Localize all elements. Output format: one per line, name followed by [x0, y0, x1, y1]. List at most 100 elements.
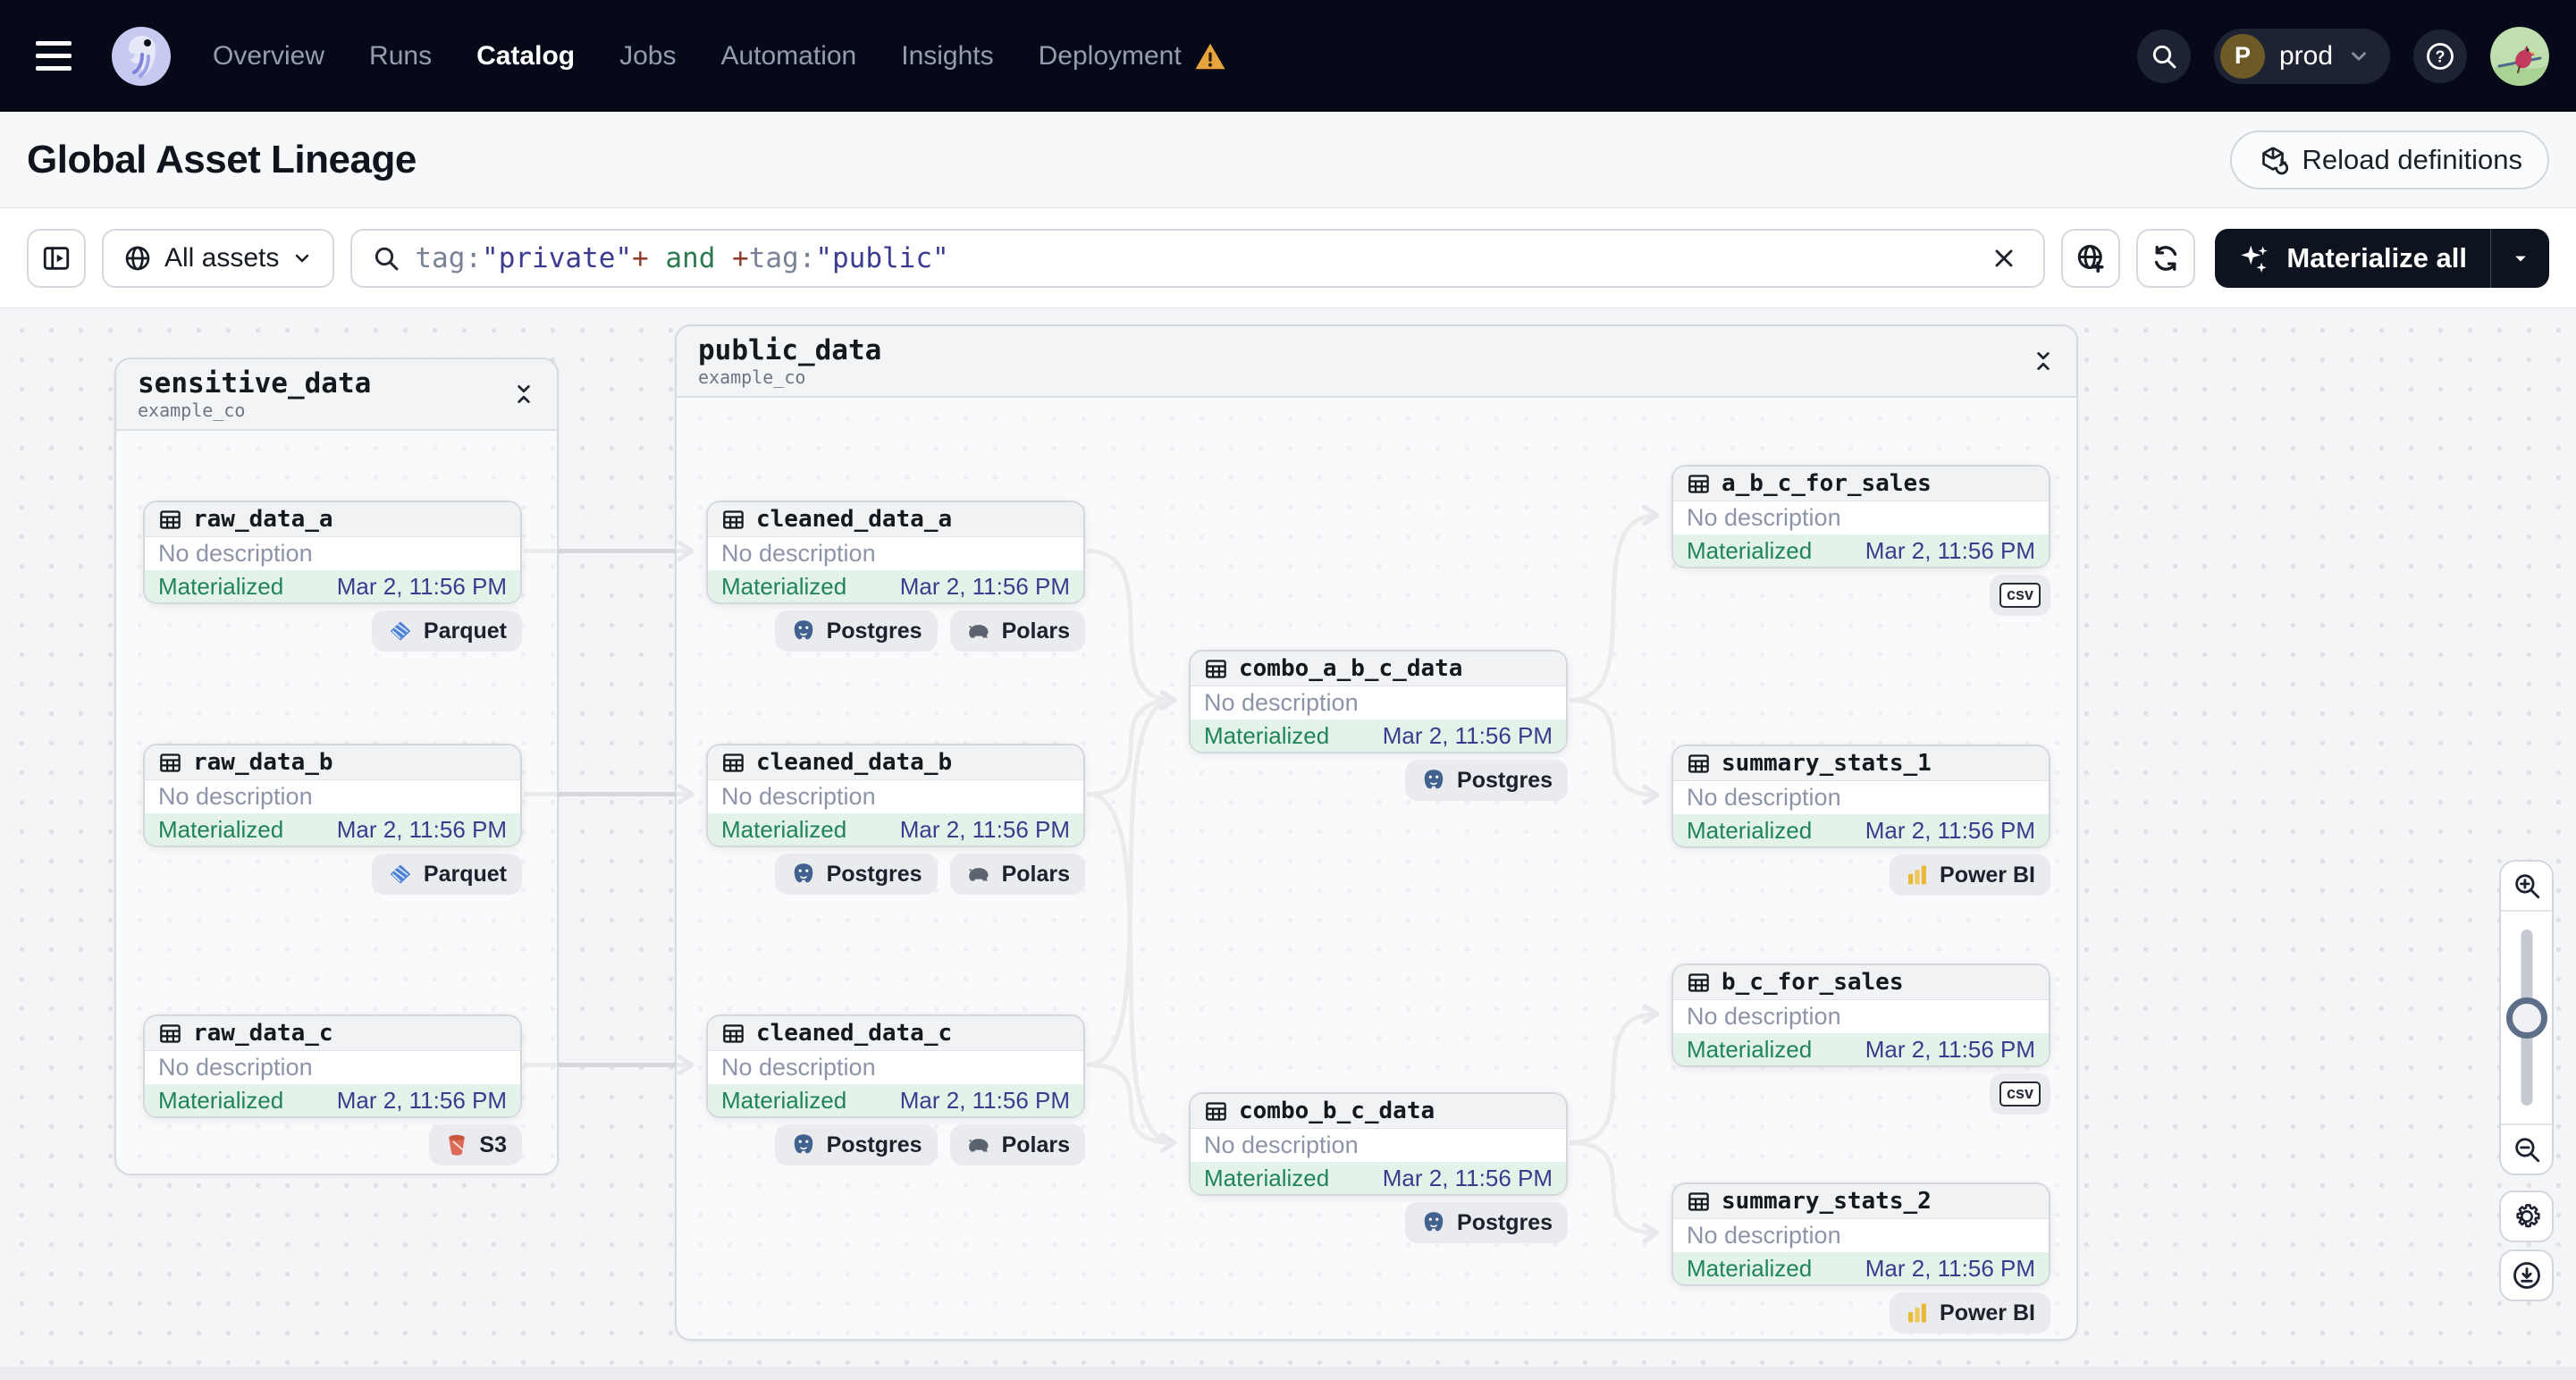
hamburger-menu-button[interactable]	[27, 28, 84, 85]
new-asset-selection-button[interactable]	[2061, 228, 2121, 288]
group-header-sensitive_data[interactable]: sensitive_data example_co	[116, 359, 557, 431]
zoom-slider-thumb[interactable]	[2505, 997, 2547, 1039]
asset-node-summary_stats_2[interactable]: summary_stats_2 No description Materiali…	[1671, 1182, 2050, 1286]
download-graph-button[interactable]	[2499, 1250, 2554, 1301]
materialize-all-button[interactable]: Materialize all	[2215, 229, 2490, 288]
asset-timestamp: Mar 2, 11:56 PM	[1865, 816, 2035, 844]
asset-timestamp: Mar 2, 11:56 PM	[336, 572, 507, 600]
asset-node-cleaned_data_a[interactable]: cleaned_data_a No description Materializ…	[706, 501, 1085, 604]
badge-label: S3	[479, 1132, 507, 1157]
asset-badge-row: Postgres	[1189, 1202, 1568, 1243]
asset-node-combo_a_b_c_data[interactable]: combo_a_b_c_data No description Material…	[1189, 650, 1568, 753]
asset-node-header: combo_b_c_data	[1191, 1094, 1566, 1129]
badge-label: Postgres	[826, 861, 922, 887]
power-bi-icon	[1908, 1303, 1926, 1323]
asset-node-b_c_for_sales[interactable]: b_c_for_sales No description Materialize…	[1671, 963, 2050, 1067]
asset-badge-row: csv	[1671, 1073, 2050, 1115]
asset-node-header: summary_stats_2	[1673, 1184, 2049, 1219]
asset-status-row: Materialized Mar 2, 11:56 PM	[1673, 534, 2049, 567]
deployment-name: prod	[2278, 40, 2333, 71]
asset-status: Materialized	[158, 815, 284, 843]
page-header: Global Asset Lineage Reload definitions	[0, 112, 2576, 208]
reload-definitions-button[interactable]: Reload definitions	[2229, 130, 2549, 189]
collapse-group-button[interactable]	[2032, 348, 2055, 374]
nav-item-label: Automation	[720, 40, 857, 71]
asset-node-combo_b_c_data[interactable]: combo_b_c_data No description Materializ…	[1189, 1092, 1568, 1196]
global-search-button[interactable]	[2136, 29, 2191, 83]
nav-item-label: Catalog	[476, 40, 576, 71]
zoom-in-icon	[2514, 874, 2539, 899]
canvas-bottom-strip	[0, 1367, 2576, 1380]
asset-description: No description	[721, 1054, 876, 1081]
asset-node-header: cleaned_data_c	[708, 1016, 1083, 1051]
query-token: tag:	[415, 241, 483, 274]
asset-node-raw_data_c[interactable]: raw_data_c No description Materialized M…	[143, 1014, 522, 1118]
badge-label: Polars	[1001, 1132, 1070, 1157]
parquet-icon	[390, 864, 411, 884]
asset-node-header: raw_data_c	[145, 1016, 520, 1051]
asset-name: cleaned_data_c	[756, 1020, 953, 1047]
nav-item-catalog[interactable]: Catalog	[476, 41, 575, 72]
open-asset-list-panel-button[interactable]	[27, 228, 86, 288]
asset-timestamp: Mar 2, 11:56 PM	[899, 572, 1070, 600]
asset-status-row: Materialized Mar 2, 11:56 PM	[1673, 814, 2049, 846]
asset-node-header: combo_a_b_c_data	[1191, 652, 1566, 686]
zoom-controls	[2499, 860, 2554, 1175]
zoom-in-button[interactable]	[2501, 862, 2552, 912]
zoom-out-icon	[2514, 1138, 2539, 1163]
asset-status: Materialized	[1687, 536, 1813, 564]
refresh-button[interactable]	[2136, 228, 2196, 288]
warning-icon	[1195, 43, 1225, 69]
nav-item-insights[interactable]: Insights	[901, 41, 993, 72]
asset-status: Materialized	[721, 572, 847, 600]
dagster-logo[interactable]	[107, 22, 175, 90]
group-header-public_data[interactable]: public_data example_co	[677, 326, 2076, 398]
nav-item-deployment[interactable]: Deployment	[1039, 41, 1226, 72]
top-navigation: Overview Runs Catalog Jobs Automation Insight…	[0, 0, 2576, 112]
postgres-badge: Postgres	[774, 610, 938, 652]
asset-node-header: b_c_for_sales	[1673, 965, 2049, 1000]
asset-timestamp: Mar 2, 11:56 PM	[336, 815, 507, 843]
asset-node-a_b_c_for_sales[interactable]: a_b_c_for_sales No description Materiali…	[1671, 465, 2050, 568]
lineage-canvas[interactable]: sensitive_data example_co public_data ex…	[0, 308, 2576, 1380]
nav-item-runs[interactable]: Runs	[369, 41, 432, 72]
materialize-options-caret[interactable]	[2490, 228, 2549, 288]
asset-node-cleaned_data_c[interactable]: cleaned_data_c No description Materializ…	[706, 1014, 1085, 1118]
group-name: public_data	[698, 334, 882, 367]
nav-item-label: Insights	[901, 40, 994, 71]
table-icon	[1688, 753, 1709, 773]
clear-filter-button[interactable]	[1984, 243, 2024, 273]
zoom-out-button[interactable]	[2501, 1123, 2552, 1174]
asset-scope-filter-button[interactable]: All assets	[102, 228, 335, 288]
polars-icon	[968, 868, 989, 881]
asset-node-cleaned_data_b[interactable]: cleaned_data_b No description Materializ…	[706, 744, 1085, 847]
zoom-slider[interactable]	[2501, 912, 2552, 1123]
asset-timestamp: Mar 2, 11:56 PM	[1865, 1035, 2035, 1063]
chevron-down-icon	[296, 254, 309, 262]
asset-node-summary_stats_1[interactable]: summary_stats_1 No description Materiali…	[1671, 745, 2050, 848]
badge-label: Postgres	[826, 618, 922, 644]
asset-node-raw_data_a[interactable]: raw_data_a No description Materialized M…	[143, 501, 522, 604]
download-icon	[2513, 1262, 2540, 1289]
deployment-initial: P	[2219, 33, 2265, 79]
asset-filter-input[interactable]: tag:"private"+ and +tag:"public"	[350, 228, 2046, 288]
polars-badge: Polars	[949, 1124, 1085, 1165]
help-button[interactable]: ?	[2413, 29, 2467, 83]
collapse-group-button[interactable]	[512, 381, 535, 408]
user-avatar[interactable]	[2490, 26, 2549, 86]
csv-badge: csv	[1989, 575, 2050, 616]
powerbi-badge: Power BI	[1890, 1292, 2050, 1334]
nav-item-overview[interactable]: Overview	[213, 41, 324, 72]
graph-settings-button[interactable]	[2499, 1191, 2554, 1242]
nav-item-label: Runs	[369, 40, 433, 71]
asset-name: combo_a_b_c_data	[1239, 655, 1463, 682]
asset-node-raw_data_b[interactable]: raw_data_b No description Materialized M…	[143, 744, 522, 847]
asset-description: No description	[1687, 1222, 1841, 1249]
nav-item-automation[interactable]: Automation	[720, 41, 856, 72]
asset-name: a_b_c_for_sales	[1722, 470, 1932, 497]
postgres-icon	[1424, 770, 1444, 789]
cardinal-bird-avatar-icon	[2490, 26, 2549, 86]
asset-status-row: Materialized Mar 2, 11:56 PM	[1191, 1162, 1566, 1194]
nav-item-jobs[interactable]: Jobs	[619, 41, 676, 72]
deployment-switcher[interactable]: P prod	[2213, 28, 2390, 84]
